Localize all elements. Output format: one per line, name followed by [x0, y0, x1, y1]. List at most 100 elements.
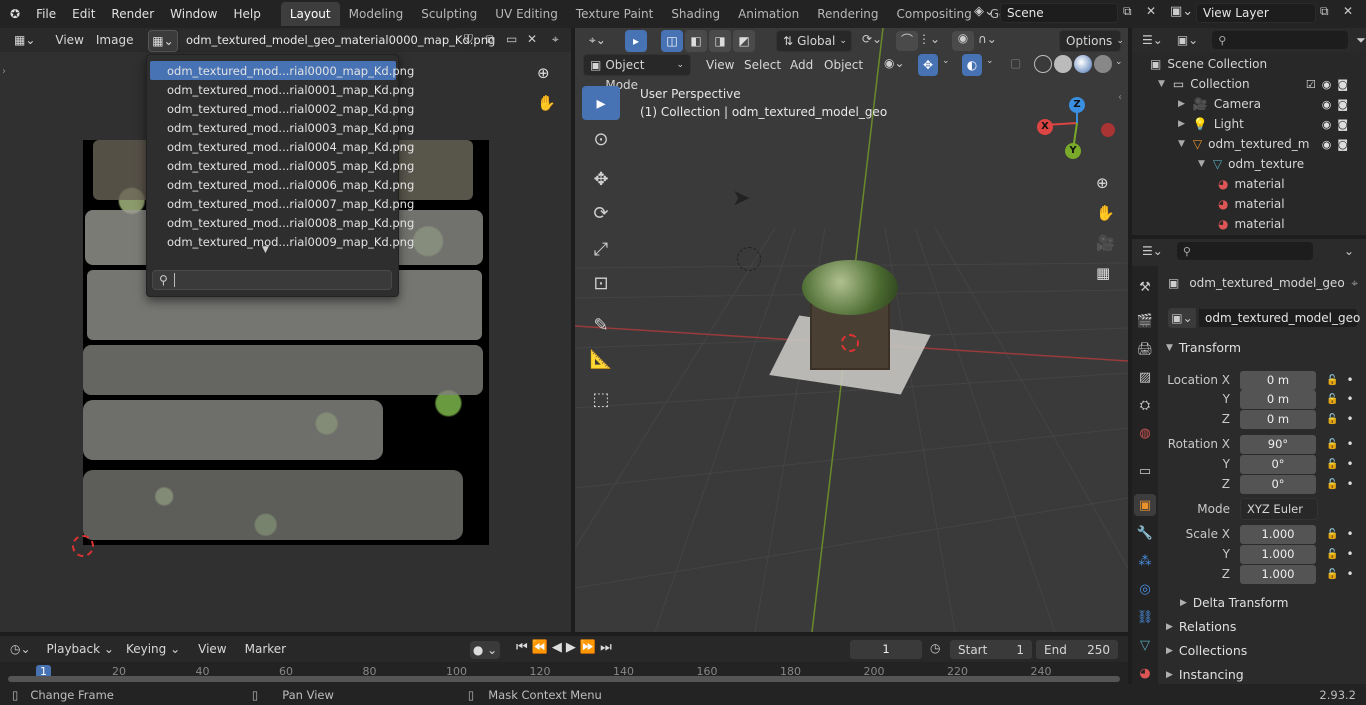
tab-animation[interactable]: Animation: [729, 2, 808, 26]
render-camera-icon[interactable]: ◙: [1337, 78, 1348, 91]
pin-icon[interactable]: ⌖: [1351, 276, 1358, 291]
material-shading-icon[interactable]: [1074, 55, 1092, 73]
planter-model[interactable]: [769, 255, 931, 405]
snap-target-icon[interactable]: ⋮⌄: [918, 32, 940, 46]
keying-menu[interactable]: Keying ⌄: [120, 638, 186, 660]
view-layer-field[interactable]: View Layer: [1196, 3, 1316, 23]
mode-subtract-icon[interactable]: ◨: [709, 30, 731, 52]
relations-header[interactable]: ▶ Relations: [1166, 619, 1236, 634]
constraints-tab-icon[interactable]: ⛓: [1134, 606, 1156, 628]
next-keyframe-icon[interactable]: ⏩: [580, 640, 596, 655]
viewport-editor-type-icon[interactable]: ⌖⌄: [583, 29, 612, 51]
tab-modeling[interactable]: Modeling: [340, 2, 413, 26]
transform-value-field[interactable]: 1.000: [1240, 564, 1316, 584]
image-name-field[interactable]: odm_textured_model_geo_material0000_map_…: [180, 30, 495, 51]
mode-extend-icon[interactable]: ◧: [685, 30, 707, 52]
add-cube-tool-icon[interactable]: ⬚: [582, 382, 620, 416]
timeline-type-icon[interactable]: ◷⌄: [10, 642, 31, 656]
collections-header[interactable]: ▶ Collections: [1166, 643, 1247, 658]
outliner-row[interactable]: ▼ ▽ odm_texture: [1198, 154, 1360, 174]
transform-orientation-select[interactable]: ⇅ Global ⌄: [776, 30, 852, 52]
wireframe-shading-icon[interactable]: [1034, 55, 1052, 73]
properties-type-icon[interactable]: ☰⌄: [1142, 244, 1163, 258]
new-view-layer-icon[interactable]: ⧉: [1320, 4, 1329, 19]
keyframe-dot-icon[interactable]: •: [1346, 373, 1353, 387]
start-frame-field[interactable]: Start 1: [950, 640, 1032, 659]
outliner-row[interactable]: ◕ material: [1218, 214, 1360, 234]
menu-image[interactable]: Image: [90, 29, 140, 51]
solid-shading-icon[interactable]: [1054, 55, 1072, 73]
eye-icon[interactable]: ◉: [1322, 118, 1332, 131]
expand-down-icon[interactable]: ▼: [1198, 159, 1205, 169]
keyframe-dot-icon[interactable]: •: [1346, 477, 1353, 491]
pivot-icon[interactable]: ⟳⌄: [862, 32, 882, 46]
jump-start-icon[interactable]: ⏮: [516, 640, 528, 655]
dropdown-item[interactable]: odm_textured_mod...rial0009_map_Kd.png: [150, 232, 414, 251]
material-tab-icon[interactable]: ◕: [1134, 662, 1156, 684]
gizmo-menu-icon[interactable]: ⌄: [942, 56, 950, 66]
eye-icon[interactable]: ◉: [1322, 138, 1332, 151]
open-image-icon[interactable]: ▭: [506, 32, 517, 46]
image-browse-icon[interactable]: ▦⌄: [148, 30, 178, 52]
ortho-toggle-icon[interactable]: ▦: [1096, 264, 1110, 282]
tool-tab-icon[interactable]: ⚒: [1134, 276, 1156, 298]
timeline-ruler[interactable]: 1 20 40 60 80 100 120 140 160 180 200 220 240: [0, 662, 1128, 684]
camera-object-icon[interactable]: ➤: [732, 186, 750, 211]
keyframe-dot-icon[interactable]: •: [1346, 547, 1353, 561]
physics-tab-icon[interactable]: ◎: [1134, 578, 1156, 600]
properties-search[interactable]: ⚲: [1176, 242, 1313, 260]
object-browse-icon[interactable]: ▣⌄: [1168, 308, 1196, 328]
properties-options-icon[interactable]: ⌄: [1344, 244, 1354, 258]
lock-icon[interactable]: 🔓: [1326, 529, 1338, 540]
shading-menu-icon[interactable]: ⌄: [1115, 57, 1123, 67]
unlink-image-icon[interactable]: ✕: [527, 32, 537, 46]
options-select[interactable]: Options ⌄: [1059, 30, 1124, 52]
transform-value-field[interactable]: 1.000: [1240, 524, 1316, 544]
transform-value-field[interactable]: 90°: [1240, 434, 1316, 454]
mode-invert-icon[interactable]: ◩: [733, 30, 755, 52]
keyframe-dot-icon[interactable]: •: [1346, 437, 1353, 451]
expand-right-icon[interactable]: ▶: [1178, 99, 1185, 109]
dropdown-more-icon[interactable]: ▼: [262, 245, 269, 255]
navigation-gizmo[interactable]: X Z Y: [1035, 95, 1120, 165]
transform-value-field[interactable]: 0°: [1240, 454, 1316, 474]
object-name-field[interactable]: odm_textured_model_geo: [1198, 308, 1360, 328]
outliner-row[interactable]: ▶ 💡 Light ◉ ◙: [1178, 114, 1360, 134]
zoom-icon[interactable]: ⊕: [537, 64, 561, 88]
new-image-icon[interactable]: ⧉: [486, 32, 495, 47]
fake-user-icon[interactable]: ⛉: [464, 32, 473, 47]
dropdown-item[interactable]: odm_textured_mod...rial0008_map_Kd.png: [150, 213, 414, 232]
display-mode-icon[interactable]: ▣⌄: [1177, 33, 1198, 47]
gizmo-toggle-icon[interactable]: ✥: [918, 54, 938, 76]
dropdown-item[interactable]: odm_textured_mod...rial0006_map_Kd.png: [150, 175, 414, 194]
dropdown-item[interactable]: odm_textured_mod...rial0002_map_Kd.png: [150, 99, 414, 118]
output-tab-icon[interactable]: 🖨: [1134, 338, 1156, 360]
rotation-mode-select[interactable]: XYZ Euler: [1240, 498, 1318, 520]
dropdown-item[interactable]: odm_textured_mod...rial0001_map_Kd.png: [150, 80, 414, 99]
viewport-menu-add[interactable]: Add: [784, 54, 819, 76]
outliner-row[interactable]: ▼ ▭ Collection ☑ ◉ ◙: [1158, 74, 1360, 94]
outliner-search[interactable]: ⚲: [1212, 31, 1349, 49]
viewport-menu-object[interactable]: Object: [818, 54, 869, 76]
world-tab-icon[interactable]: ◍: [1134, 422, 1156, 444]
dropdown-item[interactable]: odm_textured_mod...rial0000_map_Kd.png: [150, 61, 414, 80]
keyframe-dot-icon[interactable]: •: [1346, 457, 1353, 471]
lock-icon[interactable]: 🔓: [1326, 569, 1338, 580]
tab-rendering[interactable]: Rendering: [808, 2, 887, 26]
transform-panel-header[interactable]: ▼ Transform: [1166, 340, 1241, 355]
menu-view[interactable]: View: [49, 29, 89, 51]
overlay-menu-icon[interactable]: ⌄: [986, 56, 994, 66]
outliner-row[interactable]: ◕ material: [1218, 174, 1360, 194]
keyframe-dot-icon[interactable]: •: [1346, 527, 1353, 541]
transform-value-field[interactable]: 0 m: [1240, 389, 1316, 409]
menu-render[interactable]: Render: [103, 0, 162, 28]
lock-icon[interactable]: 🔓: [1326, 459, 1338, 470]
transform-value-field[interactable]: 0 m: [1240, 370, 1316, 390]
cursor-tool-icon[interactable]: ⊙: [582, 122, 620, 156]
delete-scene-icon[interactable]: ✕: [1146, 4, 1156, 18]
current-frame-field[interactable]: 1: [850, 640, 922, 659]
rendered-shading-icon[interactable]: [1094, 55, 1112, 73]
object-tab-icon[interactable]: ▣: [1134, 494, 1156, 516]
lock-icon[interactable]: 🔓: [1326, 394, 1338, 405]
menu-file[interactable]: File: [28, 0, 64, 28]
